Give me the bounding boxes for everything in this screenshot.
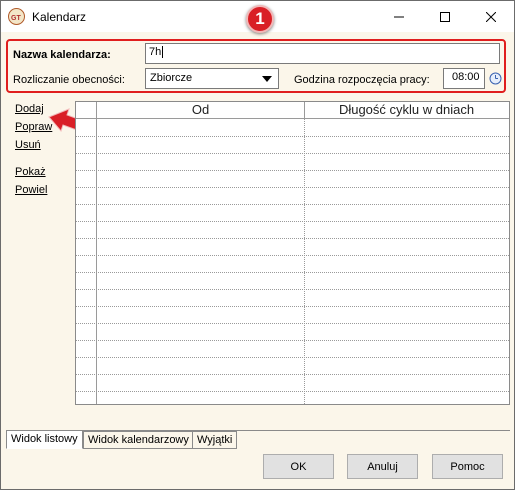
- table-row[interactable]: [76, 272, 509, 273]
- grid-line: [304, 102, 305, 119]
- maximize-icon: [440, 11, 450, 22]
- action-links: Dodaj Popraw Usuń Pokaż Powiel: [15, 103, 52, 196]
- table-row[interactable]: [76, 340, 509, 341]
- table-row[interactable]: [76, 289, 509, 290]
- minimize-icon: [394, 16, 404, 17]
- table-row[interactable]: [76, 323, 509, 324]
- show-link[interactable]: Pokaż: [15, 166, 52, 178]
- table-row[interactable]: [76, 221, 509, 222]
- cancel-button[interactable]: Anuluj: [347, 454, 418, 479]
- table-row[interactable]: [76, 255, 509, 256]
- tab-exceptions[interactable]: Wyjątki: [192, 431, 238, 449]
- grid-line: [96, 102, 97, 404]
- help-button[interactable]: Pomoc: [432, 454, 503, 479]
- table-row[interactable]: [76, 391, 509, 392]
- table-row[interactable]: [76, 136, 509, 137]
- cycle-table[interactable]: Od Długość cyklu w dniach: [75, 101, 510, 405]
- table-row[interactable]: [76, 306, 509, 307]
- duplicate-link[interactable]: Powiel: [15, 184, 52, 196]
- add-link[interactable]: Dodaj: [15, 103, 52, 115]
- ok-button[interactable]: OK: [263, 454, 334, 479]
- annotation-badge-1: 1: [246, 5, 274, 33]
- edit-link[interactable]: Popraw: [15, 121, 52, 133]
- table-row[interactable]: [76, 374, 509, 375]
- table-row[interactable]: [76, 170, 509, 171]
- form-highlight-frame: [6, 39, 506, 93]
- grid-line: [304, 119, 305, 404]
- svg-text:GT: GT: [11, 15, 21, 22]
- maximize-button[interactable]: [422, 1, 468, 32]
- table-row[interactable]: [76, 153, 509, 154]
- tab-list-view[interactable]: Widok listowy: [6, 430, 83, 449]
- calendar-app-icon: GT: [8, 8, 25, 25]
- column-header-from[interactable]: Od: [97, 102, 304, 119]
- delete-link[interactable]: Usuń: [15, 139, 52, 151]
- column-header-cycle-length[interactable]: Długość cyklu w dniach: [304, 102, 509, 119]
- table-header: Od Długość cyklu w dniach: [76, 102, 509, 119]
- table-row[interactable]: [76, 204, 509, 205]
- tab-calendar-view[interactable]: Widok kalendarzowy: [83, 431, 194, 449]
- minimize-button[interactable]: [376, 1, 422, 32]
- window-title: Kalendarz: [32, 10, 87, 24]
- calendar-window: GT Kalendarz Nazwa kalendarza: 7h Rozlic…: [0, 0, 515, 490]
- close-button[interactable]: [468, 1, 514, 32]
- table-row[interactable]: [76, 357, 509, 358]
- table-row[interactable]: [76, 238, 509, 239]
- table-row[interactable]: [76, 187, 509, 188]
- close-icon: [486, 11, 496, 22]
